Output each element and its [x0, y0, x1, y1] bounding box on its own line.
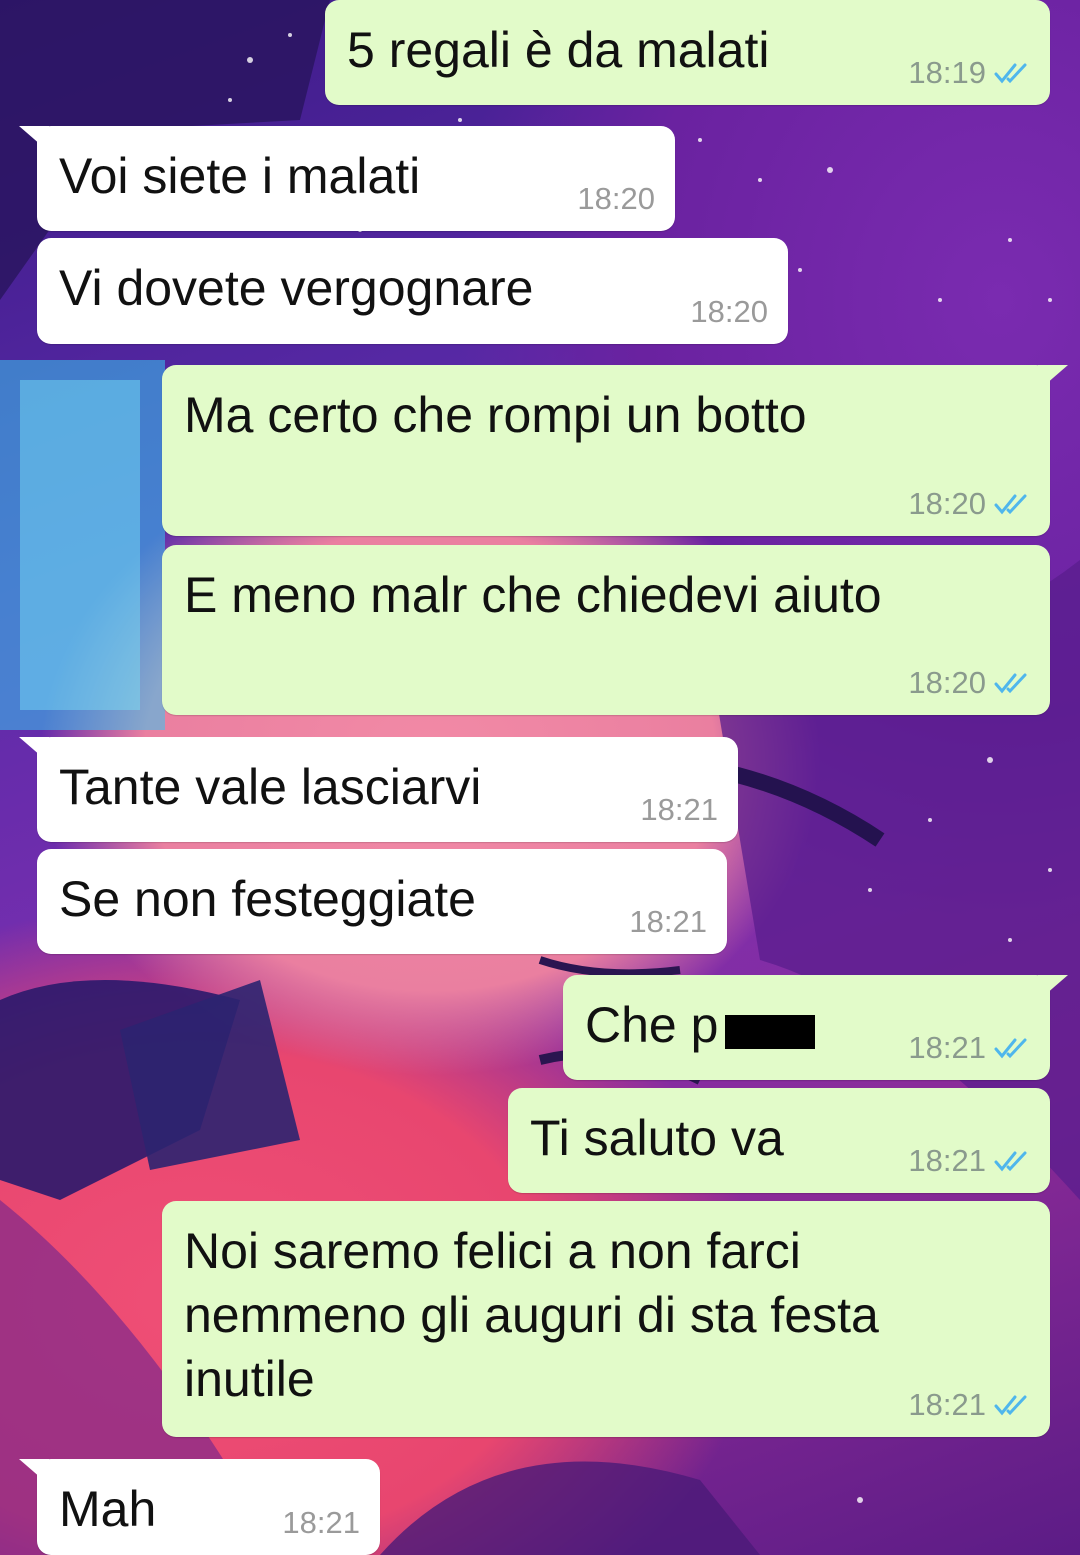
message-time: 18:20: [690, 294, 768, 329]
message-meta: 18:21: [282, 1505, 360, 1541]
bubble-tail: [1038, 975, 1068, 1001]
message-text: Ti saluto va: [530, 1110, 784, 1166]
message-text: Ma certo che rompi un botto: [184, 387, 807, 443]
incoming-message-bubble[interactable]: Tante vale lasciarvi 18:21: [19, 737, 738, 842]
message-time: 18:20: [908, 486, 986, 521]
message-text: Noi saremo felici a non farci nemmeno gl…: [184, 1223, 879, 1407]
message-meta: 18:20: [690, 294, 768, 330]
read-receipt-icon: [994, 673, 1027, 694]
read-receipt-icon: [994, 494, 1027, 515]
read-receipt-icon: [994, 63, 1027, 84]
incoming-message-bubble[interactable]: Mah 18:21: [19, 1459, 380, 1555]
redaction-mark: [725, 1015, 815, 1049]
outgoing-message-bubble[interactable]: Che p 18:21: [563, 975, 1068, 1080]
outgoing-message-bubble[interactable]: Ma certo che rompi un botto 18:20: [162, 365, 1068, 536]
message-meta: 18:21: [640, 792, 718, 828]
outgoing-message-bubble[interactable]: Noi saremo felici a non farci nemmeno gl…: [162, 1201, 1050, 1437]
message-meta: 18:19: [908, 55, 1030, 91]
message-time: 18:21: [908, 1030, 986, 1065]
message-time: 18:20: [908, 665, 986, 700]
message-time: 18:21: [629, 904, 707, 939]
message-meta: 18:20: [908, 486, 1030, 522]
incoming-message-bubble[interactable]: Voi siete i malati 18:20: [19, 126, 675, 231]
message-text: Mah: [59, 1481, 157, 1537]
message-meta: 18:20: [908, 665, 1030, 701]
incoming-message-bubble[interactable]: Vi dovete vergognare 18:20: [37, 238, 788, 344]
message-time: 18:19: [908, 55, 986, 90]
read-receipt-icon: [994, 1038, 1027, 1059]
message-text: Se non festeggiate: [59, 871, 476, 927]
message-meta: 18:20: [577, 181, 655, 217]
message-text: E meno malr che chiedevi aiuto: [184, 567, 882, 623]
outgoing-message-bubble[interactable]: 5 regali è da malati 18:19: [325, 0, 1050, 105]
message-meta: 18:21: [629, 904, 707, 940]
incoming-message-bubble[interactable]: Se non festeggiate 18:21: [37, 849, 727, 954]
bubble-tail: [19, 126, 49, 152]
read-receipt-icon: [994, 1151, 1027, 1172]
message-meta: 18:21: [908, 1143, 1030, 1179]
message-text: 5 regali è da malati: [347, 22, 770, 78]
message-time: 18:21: [640, 792, 718, 827]
bubble-tail: [19, 737, 49, 763]
message-meta: 18:21: [908, 1387, 1030, 1423]
message-text: Tante vale lasciarvi: [59, 759, 482, 815]
message-text: Vi dovete vergognare: [59, 260, 534, 316]
message-meta: 18:21: [908, 1030, 1030, 1066]
message-text: Voi siete i malati: [59, 148, 421, 204]
read-receipt-icon: [994, 1395, 1027, 1416]
outgoing-message-bubble[interactable]: E meno malr che chiedevi aiuto 18:20: [162, 545, 1050, 715]
message-time: 18:21: [282, 1505, 360, 1540]
outgoing-message-bubble[interactable]: Ti saluto va 18:21: [508, 1088, 1050, 1193]
message-text: Che p: [585, 997, 719, 1053]
bubble-tail: [1038, 365, 1068, 391]
message-time: 18:21: [908, 1143, 986, 1178]
bubble-tail: [19, 1459, 49, 1485]
message-time: 18:21: [908, 1387, 986, 1422]
message-time: 18:20: [577, 181, 655, 216]
